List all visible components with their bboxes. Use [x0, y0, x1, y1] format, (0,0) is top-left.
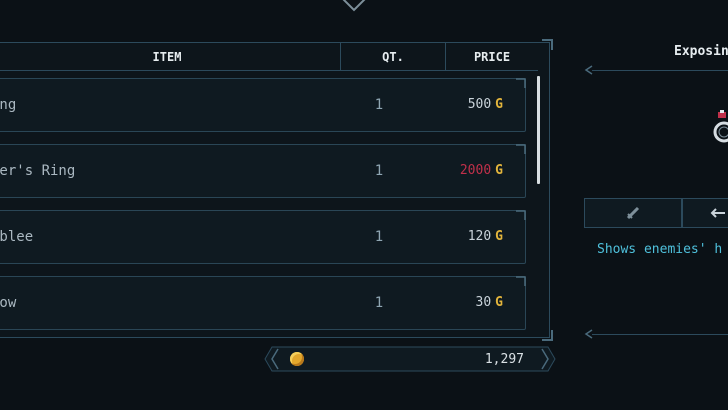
- currency-label: G: [495, 295, 503, 310]
- panel-divider: [592, 334, 728, 335]
- ring-icon: [713, 110, 728, 143]
- corner-ornament: [542, 330, 553, 341]
- column-header-price[interactable]: PRICE: [446, 42, 538, 70]
- currency-label: G: [495, 97, 503, 112]
- item-price: 500 G: [468, 79, 503, 131]
- shop-row[interactable]: ing 1 500G: [0, 78, 526, 132]
- column-header-item[interactable]: ITEM: [0, 42, 340, 70]
- item-price: 120 G: [468, 211, 503, 263]
- item-description: Shows enemies' h: [597, 242, 723, 257]
- shop-row[interactable]: row 1 30G: [0, 276, 526, 330]
- item-name: ublee: [0, 229, 34, 245]
- item-name: her's Ring: [0, 163, 76, 179]
- column-header-qty[interactable]: QT.: [341, 42, 445, 70]
- corner-ornament: [542, 39, 553, 50]
- arrow-icon: [710, 208, 725, 218]
- panel-divider: [592, 70, 728, 71]
- tab-attack[interactable]: [584, 198, 682, 228]
- item-price: 30 G: [476, 277, 503, 329]
- gold-coin-icon: [290, 352, 304, 366]
- shop-row[interactable]: her's Ring 1 2000G: [0, 144, 526, 198]
- sword-icon: [626, 206, 640, 220]
- row-corner-notch: [516, 78, 526, 88]
- price-value: 500: [467, 97, 492, 112]
- row-corner-notch: [516, 210, 526, 220]
- top-notch-ornament: [342, 0, 366, 12]
- currency-label: G: [495, 163, 503, 178]
- detail-tabs: [584, 198, 728, 228]
- row-corner-notch: [516, 144, 526, 154]
- gold-total-bar: 1,297: [264, 346, 556, 372]
- shop-row[interactable]: ublee 1 120G: [0, 210, 526, 264]
- item-price: 2000 G: [460, 145, 503, 197]
- item-name: row: [0, 295, 17, 311]
- gold-amount: 1,297: [484, 352, 524, 367]
- currency-label: G: [495, 229, 503, 244]
- row-corner-notch: [516, 276, 526, 286]
- price-value: 2000: [459, 163, 492, 178]
- price-value: 30: [475, 295, 492, 310]
- table-header: ITEM QT. PRICE: [0, 42, 538, 71]
- tab-ranged[interactable]: [682, 198, 728, 228]
- shop-table: ITEM QT. PRICE ing 1 500G her's Ring 1 2…: [0, 39, 553, 341]
- chevron-left-icon: [584, 329, 593, 339]
- item-name: ing: [0, 97, 17, 113]
- scrollbar-thumb[interactable]: [537, 76, 540, 184]
- item-detail-title: Exposin: [674, 44, 728, 59]
- item-qty: 1: [374, 229, 384, 245]
- item-qty: 1: [374, 97, 384, 113]
- item-qty: 1: [374, 295, 384, 311]
- chevron-left-icon: [584, 65, 593, 75]
- price-value: 120: [467, 229, 492, 244]
- item-qty: 1: [374, 163, 384, 179]
